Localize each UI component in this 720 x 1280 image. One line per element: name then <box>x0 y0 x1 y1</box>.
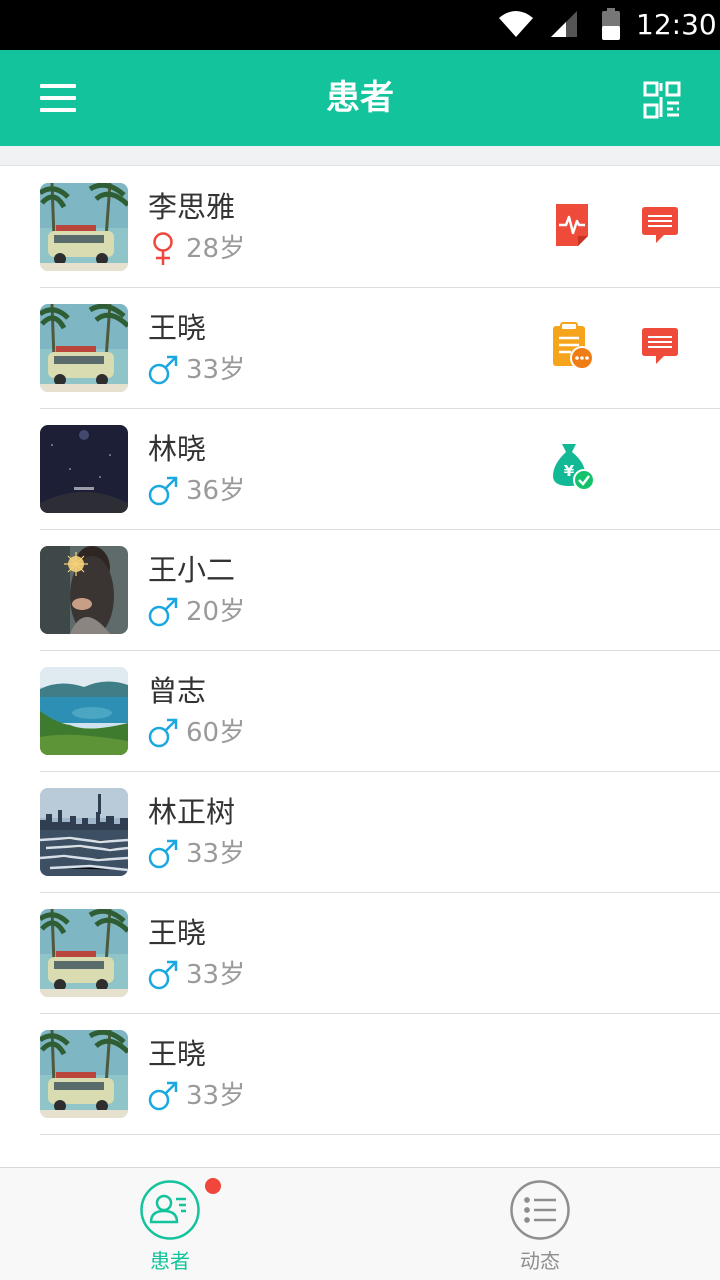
patient-row[interactable]: 林晓 36岁 ¥ <box>0 409 720 530</box>
patient-age: 60岁 <box>186 718 246 748</box>
wifi-icon <box>499 11 533 37</box>
avatar <box>40 183 128 271</box>
patient-age: 28岁 <box>186 234 246 264</box>
patient-row[interactable]: 王小二 20岁 <box>0 530 720 651</box>
male-icon <box>148 473 178 509</box>
money-bag-paid-icon: ¥ <box>553 444 595 491</box>
male-icon <box>148 594 178 630</box>
patient-age: 36岁 <box>186 476 246 506</box>
tab-patients[interactable]: 患者 <box>0 1168 360 1280</box>
patient-meta: 60岁 <box>148 713 245 753</box>
city-skyline-avatar <box>40 788 128 876</box>
avatar <box>40 546 128 634</box>
ecg-report-icon <box>556 204 588 246</box>
ecg-report-button[interactable] <box>542 195 602 255</box>
patient-meta: 28岁 <box>148 229 245 269</box>
status-bar: 12:30 <box>0 0 720 50</box>
patient-name: 王小二 <box>148 553 236 587</box>
van-palm-avatar <box>40 183 128 271</box>
coast-bay-avatar <box>40 667 128 755</box>
patient-name: 王晓 <box>148 1037 207 1071</box>
patient-row[interactable]: 王晓 33岁 <box>0 288 720 409</box>
patient-row[interactable]: 李思雅 28岁 <box>0 167 720 288</box>
hamburger-icon-line <box>40 96 76 100</box>
list-icon <box>510 1180 570 1240</box>
message-button[interactable] <box>630 316 690 376</box>
notification-badge <box>205 1178 221 1194</box>
patient-age: 33岁 <box>186 1081 246 1111</box>
patient-meta: 36岁 <box>148 471 245 511</box>
female-icon <box>148 231 178 267</box>
sparkler-girl-avatar <box>40 546 128 634</box>
van-palm-avatar <box>40 1030 128 1118</box>
patient-name: 王晓 <box>148 311 207 345</box>
patient-row[interactable]: 曾志 60岁 <box>0 651 720 772</box>
patient-meta: 33岁 <box>148 955 245 995</box>
patient-meta: 20岁 <box>148 592 245 632</box>
patient-row[interactable]: 林正树 33岁 <box>0 772 720 893</box>
page-title: 患者 <box>326 78 394 118</box>
patient-name: 王晓 <box>148 916 207 950</box>
message-button[interactable] <box>630 195 690 255</box>
tab-label: 动态 <box>520 1249 560 1273</box>
patient-age: 33岁 <box>186 960 246 990</box>
van-palm-avatar <box>40 304 128 392</box>
patient-age: 33岁 <box>186 355 246 385</box>
menu-button[interactable] <box>26 70 90 126</box>
male-icon <box>148 1078 178 1114</box>
patient-name: 林正树 <box>148 795 236 829</box>
avatar <box>40 425 128 513</box>
svg-text:¥: ¥ <box>564 462 575 480</box>
avatar <box>40 1030 128 1118</box>
avatar <box>40 667 128 755</box>
night-sky-avatar <box>40 425 128 513</box>
patient-name: 林晓 <box>148 432 207 466</box>
hamburger-icon-line <box>40 108 76 112</box>
clipboard-pending-button[interactable] <box>542 316 602 376</box>
battery-icon <box>602 8 620 40</box>
patient-list: 李思雅 28岁 王晓 33岁 林晓 36岁 ¥ 王小二 20岁 曾志 60岁 林… <box>0 167 720 1135</box>
qr-code-icon <box>643 81 681 119</box>
van-palm-avatar <box>40 909 128 997</box>
tab-activity[interactable]: 动态 <box>360 1168 720 1280</box>
male-icon <box>148 715 178 751</box>
patient-row[interactable]: 王晓 33岁 <box>0 893 720 1014</box>
patient-meta: 33岁 <box>148 350 245 390</box>
avatar <box>40 788 128 876</box>
avatar <box>40 304 128 392</box>
row-divider <box>40 1134 720 1135</box>
bottom-nav: 患者 动态 <box>0 1167 720 1280</box>
patient-row[interactable]: 王晓 33岁 <box>0 1014 720 1135</box>
app-bar: 患者 <box>0 50 720 146</box>
clipboard-pending-icon <box>553 322 594 370</box>
avatar <box>40 909 128 997</box>
hamburger-icon-line <box>40 84 76 88</box>
patient-age: 20岁 <box>186 597 246 627</box>
patient-card-icon <box>140 1180 200 1240</box>
patient-name: 曾志 <box>148 674 207 708</box>
clock-time: 12:30 <box>636 8 717 41</box>
message-icon <box>642 207 678 243</box>
qr-code-button[interactable] <box>634 72 690 128</box>
message-icon <box>642 328 678 364</box>
patient-name: 李思雅 <box>148 190 236 224</box>
patient-age: 33岁 <box>186 839 246 869</box>
signal-icon <box>551 11 577 37</box>
tab-label: 患者 <box>150 1249 190 1273</box>
male-icon <box>148 957 178 993</box>
male-icon <box>148 352 178 388</box>
money-bag-paid-button[interactable]: ¥ <box>542 437 602 497</box>
male-icon <box>148 836 178 872</box>
patient-meta: 33岁 <box>148 1076 245 1116</box>
list-top-spacer <box>0 146 720 166</box>
patient-meta: 33岁 <box>148 834 245 874</box>
